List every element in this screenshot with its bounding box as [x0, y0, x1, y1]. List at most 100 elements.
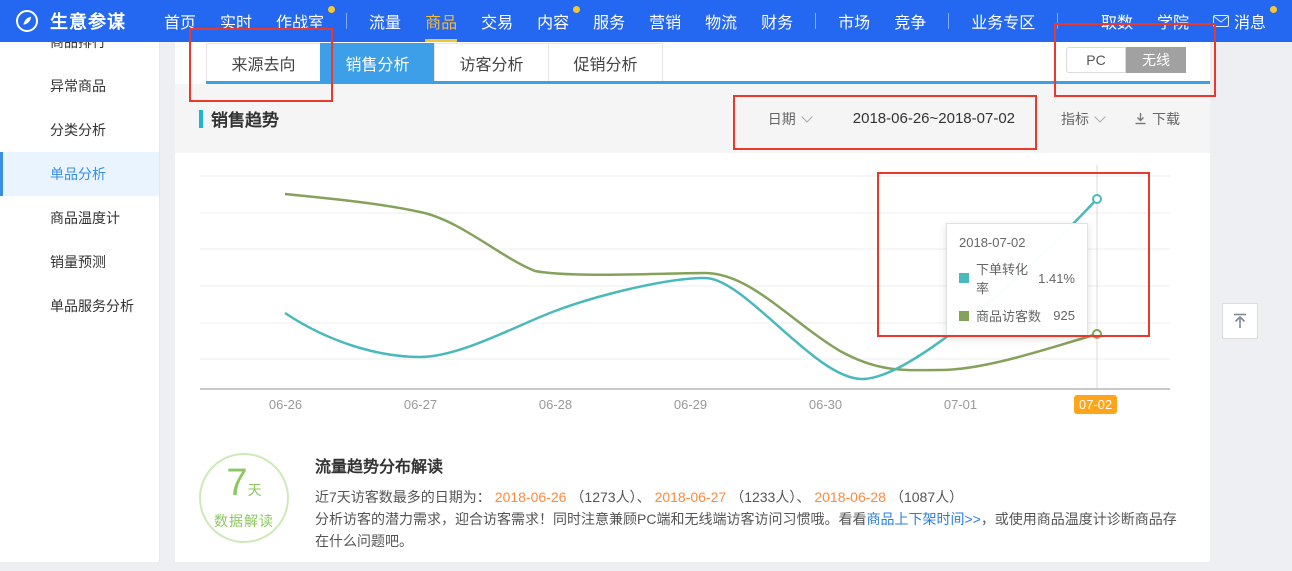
- x-axis-label[interactable]: 06-28: [488, 397, 623, 412]
- nav-menu-item[interactable]: 财务: [749, 0, 805, 42]
- tab[interactable]: 促销分析: [548, 43, 663, 81]
- nav-menu-item[interactable]: 交易: [469, 0, 525, 42]
- nav-menu-item[interactable]: 市场: [826, 0, 882, 42]
- date-range-value[interactable]: 2018-06-26~2018-07-02: [853, 110, 1015, 127]
- x-axis-labels: 06-26 06-27 06-28 06-29 06-30 07-01 07-0…: [218, 397, 1163, 412]
- tooltip-rows: 下单转化率 1.41% 商品访客数 925: [959, 259, 1075, 325]
- insight-text-segment: （1273人）、: [570, 489, 650, 505]
- insight-title: 流量趋势分布解读: [315, 457, 1186, 479]
- download-button[interactable]: 下载: [1134, 109, 1180, 129]
- sidebar-item[interactable]: 单品分析: [0, 152, 159, 196]
- series-swatch-icon: [959, 311, 969, 321]
- nav-menu-item[interactable]: 流量: [357, 0, 413, 42]
- series-endpoint-conversion-rate: [1093, 195, 1101, 203]
- insight-text-segment: 2018-06-27: [655, 489, 727, 505]
- x-axis-label-text: 06-28: [539, 397, 572, 412]
- nav-menu-item[interactable]: 服务: [581, 0, 637, 42]
- x-axis-label[interactable]: 06-27: [353, 397, 488, 412]
- top-nav: 生意参谋 首页 实时 作战室 流量 商品 交易 内容 服务 营销 物流 财务 市…: [0, 0, 1292, 42]
- metric-dropdown[interactable]: 指标: [1061, 109, 1104, 129]
- tab[interactable]: 访客分析: [434, 43, 549, 81]
- nav-menu-item[interactable]: 物流: [693, 0, 749, 42]
- nav-menu-item[interactable]: 取数: [1089, 0, 1145, 42]
- nav-menu-item[interactable]: 业务专区: [959, 0, 1047, 42]
- tooltip-series-value: 1.41%: [1028, 271, 1075, 286]
- x-axis-label[interactable]: 06-30: [758, 397, 893, 412]
- insight-text-segment: 商品上下架时间>>: [866, 511, 980, 527]
- nav-menu-item[interactable]: 竞争: [882, 0, 938, 42]
- nav-menu-item[interactable]: [1057, 13, 1058, 29]
- nav-menu-item-label: 营销: [649, 9, 681, 33]
- nav-menu-item-label: 物流: [705, 9, 737, 33]
- tab[interactable]: 销售分析: [320, 43, 435, 81]
- sales-trend-chart[interactable]: 06-26 06-27 06-28 06-29 06-30 07-01 07-0…: [175, 153, 1210, 441]
- x-axis-label[interactable]: 07-01: [893, 397, 1028, 412]
- panel-controls: 日期 2018-06-26~2018-07-02 指标 下载: [768, 109, 1180, 129]
- tab-label: 促销分析: [573, 51, 637, 75]
- device-toggle-label: 无线: [1142, 50, 1170, 70]
- x-axis-label[interactable]: 07-02: [1028, 397, 1163, 412]
- nav-menu-item[interactable]: 商品: [413, 0, 469, 42]
- metric-dropdown-label: 指标: [1061, 109, 1089, 129]
- device-toggle-label: PC: [1086, 52, 1105, 68]
- nav-menu-item-label: 实时: [220, 9, 252, 33]
- sidebar-item[interactable]: 商品温度计: [0, 196, 159, 240]
- device-toggle-button[interactable]: PC: [1066, 47, 1126, 73]
- x-axis-label-text: 07-02: [1074, 395, 1117, 414]
- chevron-down-icon: [801, 111, 812, 122]
- tab[interactable]: 来源去向: [206, 43, 321, 81]
- sidebar-item[interactable]: 销量预测: [0, 240, 159, 284]
- sidebar-item-label: 异常商品: [50, 76, 106, 96]
- x-axis-label-text: 06-26: [269, 397, 302, 412]
- arrow-up-to-bar-icon: [1229, 310, 1251, 332]
- nav-menu-item[interactable]: 营销: [637, 0, 693, 42]
- panel-header: 销售趋势 日期 2018-06-26~2018-07-02 指标 下载: [175, 84, 1210, 153]
- insight-badge: 7天 数据解读: [199, 453, 289, 543]
- sidebar-item-label: 商品排行: [50, 42, 106, 52]
- x-axis-label-text: 07-01: [944, 397, 977, 412]
- nav-menu-item-label: 业务专区: [971, 9, 1035, 33]
- device-toggle-button[interactable]: 无线: [1126, 47, 1186, 73]
- nav-menu-item-label: 作战室: [276, 9, 324, 33]
- insight-line1: 近7天访客数最多的日期为：2018-06-26（1273人）、 2018-06-2…: [315, 486, 1186, 508]
- nav-menu-item[interactable]: 内容: [525, 0, 581, 42]
- nav-menu-item-label: 学院: [1157, 9, 1189, 33]
- sidebar-item[interactable]: 分类分析: [0, 108, 159, 152]
- date-dropdown[interactable]: 日期: [768, 109, 811, 129]
- nav-menu-item-label: 交易: [481, 9, 513, 33]
- nav-right-group: 取数 学院 消息: [1089, 0, 1278, 42]
- panel-title-marker: [199, 110, 203, 128]
- back-to-top-button[interactable]: [1222, 303, 1258, 339]
- panel-title: 销售趋势: [199, 106, 279, 131]
- x-axis-label[interactable]: 06-29: [623, 397, 758, 412]
- messages-button[interactable]: 消息: [1201, 0, 1278, 42]
- sidebar-item[interactable]: 商品排行: [0, 42, 159, 64]
- series-endpoint-visitors: [1093, 330, 1101, 338]
- insight-text-segment: 2018-06-28: [814, 489, 886, 505]
- nav-menu-item[interactable]: 作战室: [264, 0, 336, 42]
- insight-text-segment: 近7天访客数最多的日期为：: [315, 489, 491, 505]
- x-axis-label-text: 06-29: [674, 397, 707, 412]
- nav-menu-item-label: 取数: [1101, 9, 1133, 33]
- nav-menu-item[interactable]: [948, 13, 949, 29]
- app-logo-icon[interactable]: [14, 8, 40, 34]
- nav-menu-item-label: 首页: [164, 9, 196, 33]
- insight-badge-number: 7: [226, 462, 247, 504]
- nav-menu-item[interactable]: [346, 13, 347, 29]
- nav-menu-item[interactable]: 实时: [208, 0, 264, 42]
- insight-badge-unit: 天: [248, 482, 262, 498]
- sidebar-item[interactable]: 异常商品: [0, 64, 159, 108]
- nav-menu-item[interactable]: 学院: [1145, 0, 1201, 42]
- device-toggle: PC 无线: [1066, 47, 1186, 73]
- series-swatch-icon: [959, 273, 969, 283]
- nav-menu-item[interactable]: [815, 13, 816, 29]
- nav-menu-item[interactable]: 首页: [152, 0, 208, 42]
- messages-label: 消息: [1234, 9, 1266, 33]
- sidebar-item[interactable]: 单品服务分析: [0, 284, 159, 328]
- insight-text-segment: 2018-06-26: [495, 489, 567, 505]
- insight-text-segment: 分析访客的潜力需求，迎合访客需求！同时注意兼顾PC端和无线端访客访问习惯哦。看看: [315, 511, 866, 527]
- sidebar-item-label: 分类分析: [50, 120, 106, 140]
- download-icon: [1134, 112, 1147, 125]
- tooltip-series-label: 下单转化率: [976, 259, 1028, 297]
- x-axis-label[interactable]: 06-26: [218, 397, 353, 412]
